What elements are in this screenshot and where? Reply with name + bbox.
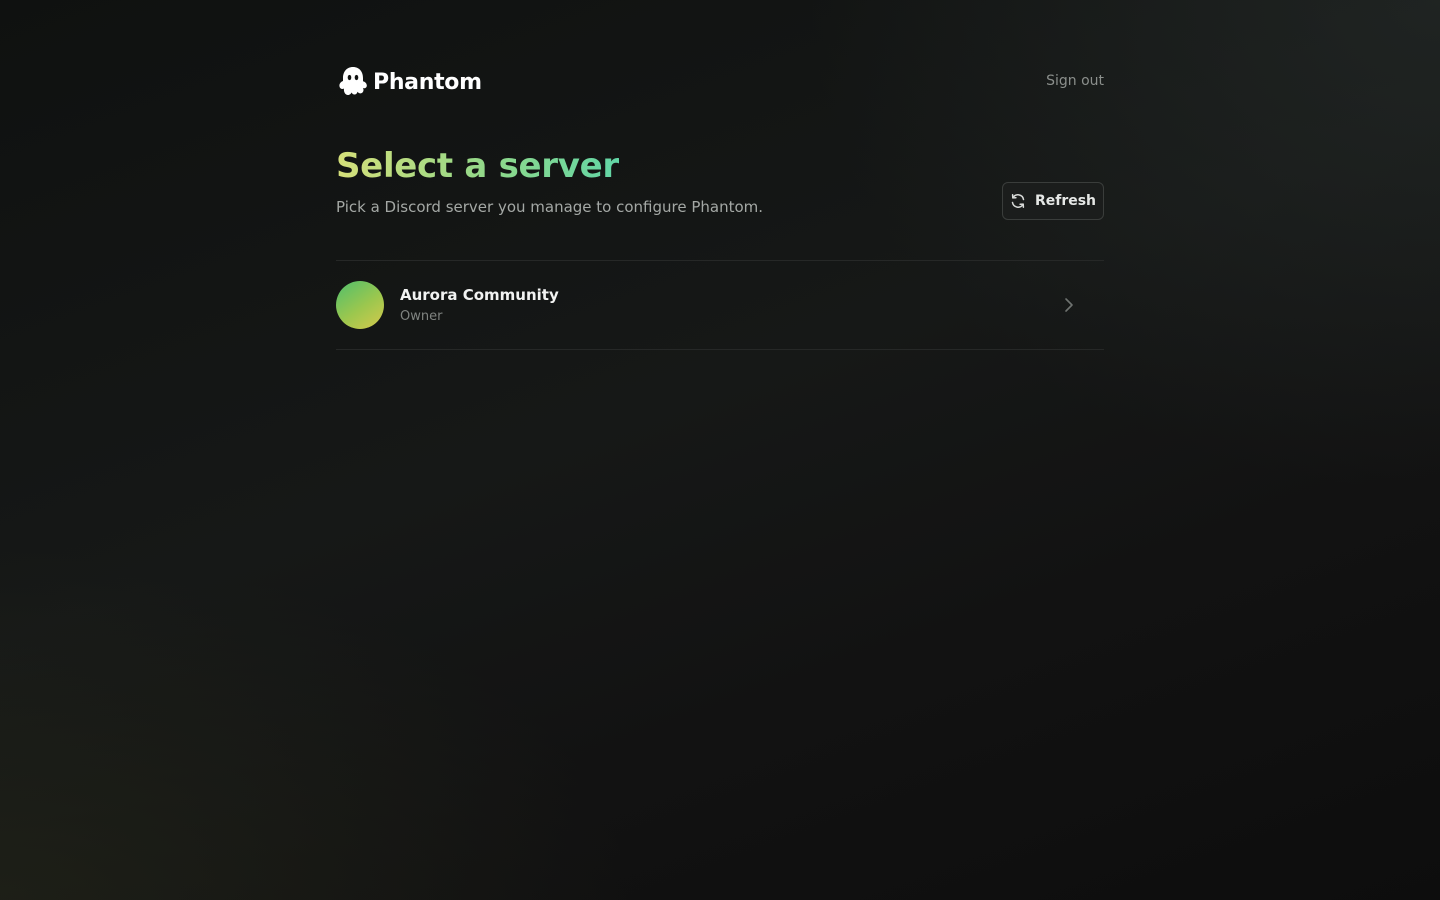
server-list-item[interactable]: Aurora Community Owner <box>336 261 1104 350</box>
header: Phantom Sign out <box>336 64 1104 100</box>
page-title: Select a server <box>336 146 619 186</box>
server-name: Aurora Community <box>400 286 559 304</box>
ghost-icon <box>336 65 370 99</box>
refresh-icon <box>1010 193 1026 209</box>
brand-name: Phantom <box>373 69 482 95</box>
refresh-button[interactable]: Refresh <box>1002 182 1104 220</box>
chevron-right-icon <box>1062 297 1076 313</box>
refresh-button-label: Refresh <box>1034 193 1097 209</box>
sign-out-link[interactable]: Sign out <box>1046 73 1104 89</box>
brand-logo[interactable]: Phantom <box>336 64 482 100</box>
page-subtitle: Pick a Discord server you manage to conf… <box>336 198 764 216</box>
server-role: Owner <box>400 309 443 324</box>
server-avatar <box>336 281 384 329</box>
server-list: Aurora Community Owner <box>336 260 1104 350</box>
